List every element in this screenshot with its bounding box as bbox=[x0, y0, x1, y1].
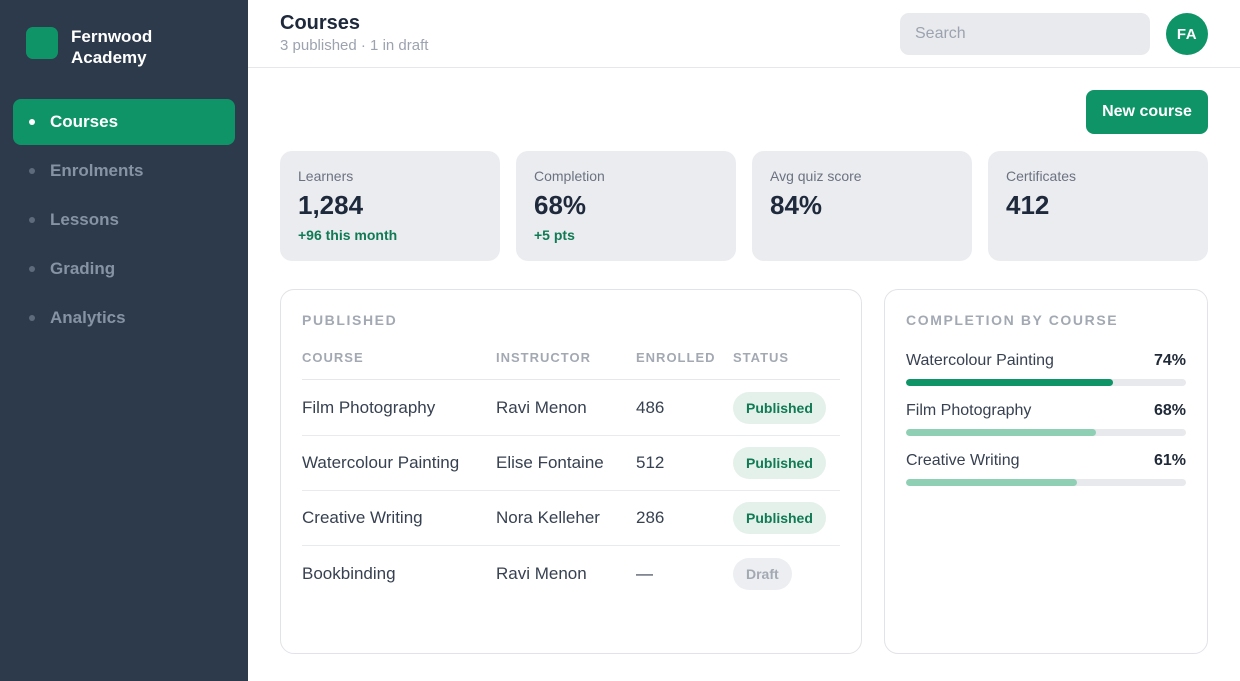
stat-card-learners: Learners 1,284 +96 this month bbox=[280, 151, 500, 261]
column-header-instructor[interactable]: INSTRUCTOR bbox=[496, 350, 591, 365]
progress-track bbox=[906, 379, 1186, 386]
nav-dot-icon bbox=[29, 266, 35, 272]
sidebar-item-label: Lessons bbox=[50, 210, 119, 229]
sidebar-item-grading[interactable]: Grading bbox=[13, 246, 235, 292]
course-cell: Creative Writing bbox=[302, 508, 423, 527]
completion-course-name: Watercolour Painting bbox=[906, 352, 1054, 369]
sidebar-item-enrolments[interactable]: Enrolments bbox=[13, 148, 235, 194]
table-header: COURSE INSTRUCTOR ENROLLED STATUS bbox=[302, 350, 840, 380]
new-course-button[interactable]: New course bbox=[1086, 90, 1208, 134]
column-header-enrolled[interactable]: ENROLLED bbox=[636, 350, 716, 365]
column-header-course[interactable]: COURSE bbox=[302, 350, 364, 365]
panel-title: PUBLISHED bbox=[302, 312, 398, 328]
stat-label: Avg quiz score bbox=[770, 168, 862, 184]
sidebar-item-courses[interactable]: Courses bbox=[13, 99, 235, 145]
brand-name: Fernwood Academy bbox=[71, 27, 153, 67]
top-header: Courses 3 published · 1 in draft FA bbox=[248, 0, 1240, 68]
completion-percent: 68% bbox=[1153, 402, 1186, 419]
nav-dot-icon bbox=[29, 315, 35, 321]
brand-logo bbox=[26, 27, 58, 59]
progress-fill bbox=[906, 379, 1114, 386]
table-row[interactable]: Creative Writing Nora Kelleher 286 Publi… bbox=[302, 491, 840, 546]
status-badge: Published bbox=[733, 502, 826, 534]
completion-panel: COMPLETION BY COURSE Watercolour Paintin… bbox=[884, 289, 1208, 654]
sidebar: Fernwood Academy Courses Enrolments Less… bbox=[0, 0, 248, 681]
sidebar-item-label: Courses bbox=[50, 112, 119, 131]
enrolled-cell: 486 bbox=[636, 398, 665, 417]
stat-card-certificates: Certificates 412 bbox=[988, 151, 1208, 261]
stat-label: Learners bbox=[298, 168, 354, 184]
sidebar-item-label: Analytics bbox=[50, 308, 126, 327]
completion-percent: 74% bbox=[1153, 352, 1186, 369]
stat-value: 84% bbox=[770, 190, 823, 220]
instructor-cell: Elise Fontaine bbox=[496, 453, 604, 472]
progress-track bbox=[906, 479, 1186, 486]
search-input[interactable] bbox=[900, 13, 1150, 55]
course-cell: Watercolour Painting bbox=[302, 453, 460, 472]
completion-item: Creative Writing 61% bbox=[906, 452, 1186, 486]
instructor-cell: Ravi Menon bbox=[496, 563, 587, 583]
page-title: Courses bbox=[280, 12, 361, 34]
stat-value: 68% bbox=[534, 190, 587, 220]
stat-delta: +5 pts bbox=[534, 227, 575, 243]
sidebar-item-analytics[interactable]: Analytics bbox=[13, 295, 235, 341]
progress-fill bbox=[906, 429, 1097, 436]
brand[interactable]: Fernwood Academy bbox=[26, 26, 181, 68]
nav-dot-icon bbox=[29, 217, 35, 223]
enrolled-cell: 286 bbox=[636, 508, 665, 527]
sidebar-item-label: Grading bbox=[50, 259, 116, 278]
table-row[interactable]: Watercolour Painting Elise Fontaine 512 … bbox=[302, 436, 840, 491]
progress-fill bbox=[906, 479, 1077, 486]
completion-item: Watercolour Painting 74% bbox=[906, 352, 1186, 386]
stat-label: Certificates bbox=[1006, 168, 1077, 184]
sidebar-nav: Courses Enrolments Lessons Grading Analy… bbox=[13, 99, 235, 344]
stat-delta: +96 this month bbox=[298, 227, 398, 243]
stat-value: 1,284 bbox=[298, 190, 364, 220]
sidebar-item-label: Enrolments bbox=[50, 161, 144, 180]
nav-dot-icon bbox=[29, 168, 35, 174]
progress-track bbox=[906, 429, 1186, 436]
completion-course-name: Creative Writing bbox=[906, 452, 1020, 469]
nav-dot-icon bbox=[29, 119, 35, 125]
completion-item: Film Photography 68% bbox=[906, 402, 1186, 436]
instructor-cell: Ravi Menon bbox=[496, 398, 587, 417]
sidebar-item-lessons[interactable]: Lessons bbox=[13, 197, 235, 243]
status-badge: Published bbox=[733, 392, 826, 424]
column-header-status[interactable]: STATUS bbox=[733, 350, 789, 365]
instructor-cell: Nora Kelleher bbox=[496, 508, 600, 527]
stat-card-avg-quiz-score: Avg quiz score 84% bbox=[752, 151, 972, 261]
enrolled-cell: — bbox=[636, 563, 653, 583]
course-cell: Bookbinding bbox=[302, 563, 396, 583]
course-cell: Film Photography bbox=[302, 398, 436, 417]
enrolled-cell: 512 bbox=[636, 453, 665, 472]
page-subtitle: 3 published · 1 in draft bbox=[280, 37, 429, 54]
avatar[interactable]: FA bbox=[1166, 13, 1208, 55]
stat-card-completion: Completion 68% +5 pts bbox=[516, 151, 736, 261]
status-badge: Draft bbox=[733, 557, 792, 590]
published-panel: PUBLISHED COURSE INSTRUCTOR ENROLLED STA… bbox=[280, 289, 862, 654]
completion-course-name: Film Photography bbox=[906, 402, 1032, 419]
status-badge: Published bbox=[733, 447, 826, 479]
stat-value: 412 bbox=[1006, 190, 1050, 220]
panel-title: COMPLETION BY COURSE bbox=[906, 312, 1119, 328]
table-row[interactable]: Bookbinding Ravi Menon — Draft bbox=[302, 546, 840, 601]
stat-label: Completion bbox=[534, 168, 605, 184]
completion-percent: 61% bbox=[1153, 452, 1186, 469]
table-row[interactable]: Film Photography Ravi Menon 486 Publishe… bbox=[302, 381, 840, 436]
